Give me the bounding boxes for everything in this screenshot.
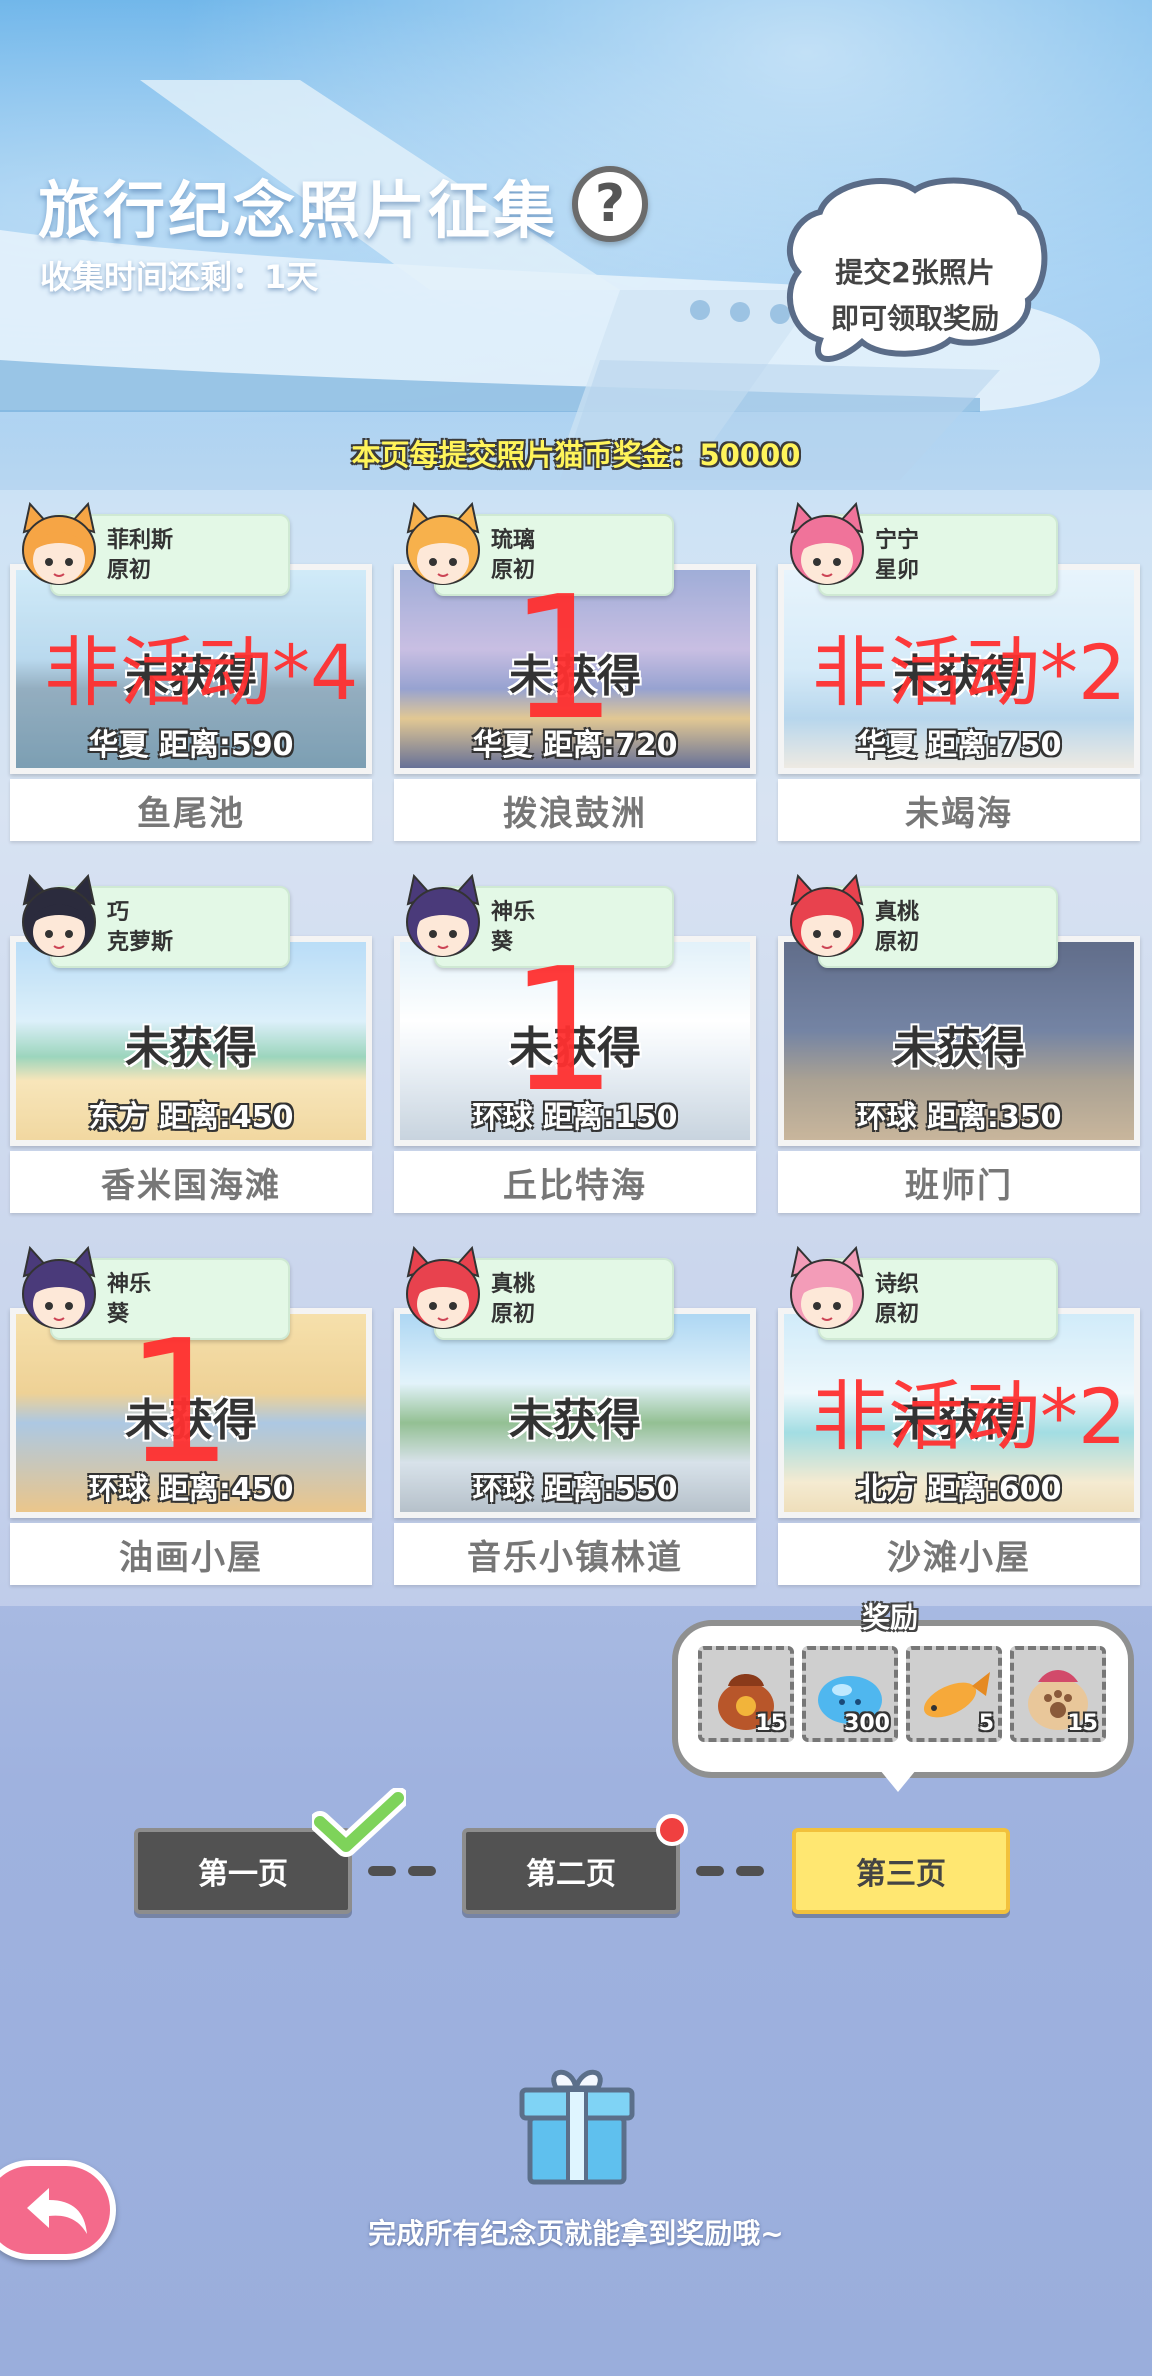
character-avatar-icon: [406, 502, 480, 585]
page-connector: [736, 1866, 764, 1876]
location-name: 未竭海: [778, 779, 1140, 841]
character-name: 真桃: [491, 1272, 536, 1297]
location-name: 香米国海滩: [10, 1151, 372, 1213]
page-2-button[interactable]: 第二页: [462, 1828, 680, 1914]
page-title: 旅行纪念照片征集: [38, 174, 559, 247]
location-name: 沙滩小屋: [778, 1523, 1140, 1585]
gift-icon[interactable]: [516, 2062, 638, 2188]
reward-label: 奖励: [862, 1601, 919, 1634]
page-3-button[interactable]: 第三页: [792, 1828, 1010, 1914]
character-name: 神乐: [491, 900, 536, 925]
locked-status: 未获得: [125, 1023, 257, 1074]
region-distance: 北方 距离:600: [856, 1472, 1062, 1507]
overlay-annotation: 1: [509, 560, 618, 758]
page-connector: [408, 1866, 436, 1876]
locked-status: 未获得: [893, 1023, 1025, 1074]
overlay-annotation: 非活动*2: [812, 628, 1127, 717]
bubble-line-1: 提交2张照片: [835, 256, 995, 289]
region-distance: 华夏 距离:590: [88, 728, 294, 763]
page-connector: [696, 1866, 724, 1876]
back-arrow-icon: [27, 2188, 87, 2234]
location-name: 音乐小镇林道: [394, 1523, 756, 1585]
character-subtitle: 原初: [491, 1302, 536, 1327]
reward-popup-tail: [880, 1770, 916, 1792]
character-name: 宁宁: [875, 528, 920, 553]
reward-count-1: 15: [755, 1711, 786, 1736]
character-avatar-icon: [406, 1246, 480, 1329]
reward-count-4: 15: [1067, 1711, 1098, 1736]
reward-count-2: 300: [844, 1711, 890, 1736]
region-distance: 环球 距离:350: [856, 1100, 1062, 1135]
character-avatar-icon: [406, 874, 480, 957]
notification-dot: [656, 1814, 688, 1846]
reward-item-4[interactable]: 15: [1010, 1646, 1106, 1742]
character-subtitle: 原初: [875, 1302, 920, 1327]
character-name: 巧: [107, 900, 130, 925]
bubble-line-2: 即可领取奖励: [830, 302, 999, 335]
help-button[interactable]: ?: [572, 166, 648, 242]
character-avatar-icon: [790, 874, 864, 957]
character-name: 琉璃: [491, 528, 536, 553]
overlay-annotation: 1: [125, 1304, 234, 1502]
character-name: 诗织: [875, 1272, 920, 1297]
completion-hint: 完成所有纪念页就能拿到奖励哦~: [368, 2217, 784, 2250]
character-name: 菲利斯: [107, 528, 174, 553]
page-connector: [368, 1866, 396, 1876]
photo-card[interactable]: 未获得环球 距离:350 班师门 真桃原初: [778, 874, 1140, 1216]
character-avatar-icon: [22, 874, 96, 957]
back-button[interactable]: [0, 2160, 116, 2260]
reward-item-3[interactable]: 5: [906, 1646, 1002, 1742]
region-distance: 华夏 距离:750: [856, 728, 1062, 763]
character-avatar-icon: [22, 1246, 96, 1329]
overlay-annotation: 非活动*4: [44, 628, 359, 717]
reward-item-1[interactable]: 15: [698, 1646, 794, 1742]
reward-count-3: 5: [978, 1711, 994, 1736]
page-reward-text: 本页每提交照片猫币奖金：50000: [351, 438, 801, 472]
location-name: 拨浪鼓洲: [394, 779, 756, 841]
character-avatar-icon: [790, 1246, 864, 1329]
overlay-annotation: 非活动*2: [812, 1372, 1127, 1461]
photo-card[interactable]: 未获得东方 距离:450 香米国海滩 巧克萝斯: [10, 874, 372, 1216]
location-name: 丘比特海: [394, 1151, 756, 1213]
checkmark-icon: [312, 1788, 406, 1857]
region-distance: 东方 距离:450: [88, 1100, 294, 1135]
overlay-annotation: 1: [509, 932, 618, 1130]
region-distance: 环球 距离:550: [472, 1472, 678, 1507]
bubble-text: 提交2张照片 即可领取奖励: [790, 250, 1040, 342]
character-name: 神乐: [107, 1272, 152, 1297]
character-subtitle: 原初: [875, 930, 920, 955]
locked-status: 未获得: [509, 1395, 641, 1446]
page-reward-line: 本页每提交照片猫币奖金：50000: [0, 432, 1152, 474]
location-name: 鱼尾池: [10, 779, 372, 841]
photo-card[interactable]: 未获得环球 距离:550 音乐小镇林道 真桃原初: [394, 1246, 756, 1588]
character-subtitle: 克萝斯: [107, 930, 174, 955]
character-subtitle: 原初: [107, 558, 152, 583]
time-remaining: 收集时间还剩：1天: [40, 258, 319, 296]
location-name: 油画小屋: [10, 1523, 372, 1585]
location-name: 班师门: [778, 1151, 1140, 1213]
character-subtitle: 星卯: [875, 558, 920, 583]
reward-item-2[interactable]: 300: [802, 1646, 898, 1742]
character-avatar-icon: [22, 502, 96, 585]
character-name: 真桃: [875, 900, 920, 925]
character-avatar-icon: [790, 502, 864, 585]
